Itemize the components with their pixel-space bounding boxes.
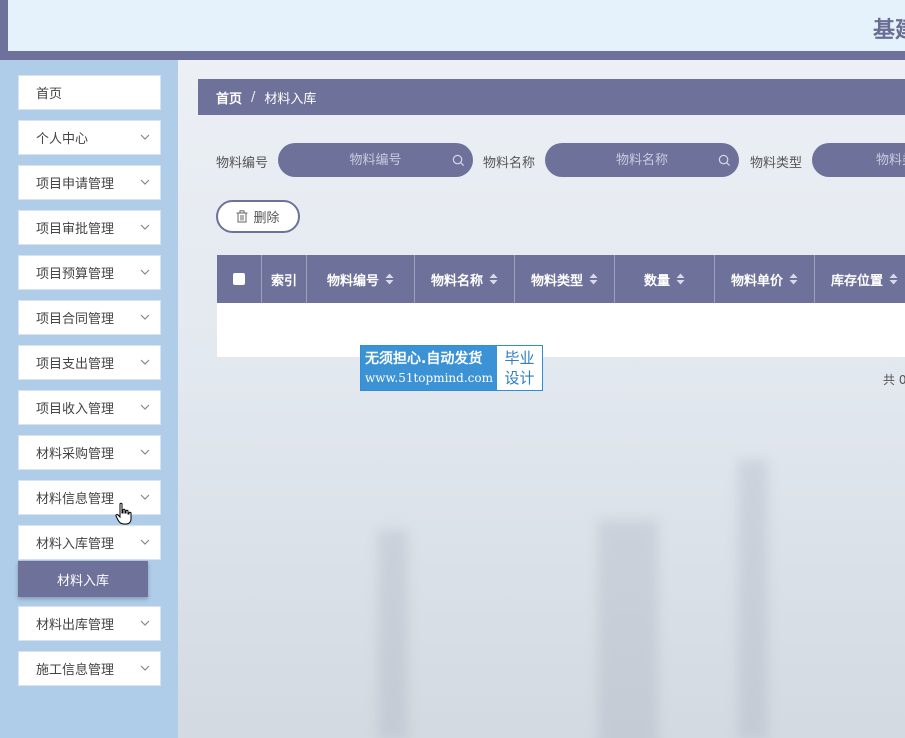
sidebar-item-project-application[interactable]: 项目申请管理 (18, 165, 161, 200)
breadcrumb-current: 材料入库 (264, 91, 317, 107)
sidebar-item-material-outbound[interactable]: 材料出库管理 (18, 606, 161, 641)
sidebar-item-label: 项目申请管理 (36, 177, 115, 192)
sidebar-item-project-income[interactable]: 项目收入管理 (18, 390, 161, 425)
column-header-material-name[interactable]: 物料名称 (415, 255, 515, 303)
breadcrumb-separator: / (251, 89, 256, 105)
sort-icon[interactable] (889, 273, 898, 285)
sidebar-item-label: 项目收入管理 (36, 402, 115, 417)
chevron-down-icon (140, 179, 150, 185)
column-header-stock-location[interactable]: 库存位置 (815, 255, 905, 303)
table-header: 索引 物料编号 物料名称 物料类型 数量 物料单价 库存位置 (217, 255, 905, 303)
search-label-name: 物料名称 (483, 156, 536, 171)
sidebar-item-material-info[interactable]: 材料信息管理 (18, 480, 161, 515)
sort-icon[interactable] (489, 273, 498, 285)
sidebar-item-project-budget[interactable]: 项目预算管理 (18, 255, 161, 290)
pagination-total: 共 0 (883, 373, 905, 387)
search-icon[interactable] (718, 154, 731, 167)
chevron-down-icon (140, 665, 150, 671)
sidebar-item-material-inbound[interactable]: 材料入库管理 (18, 525, 161, 560)
sort-icon[interactable] (789, 273, 798, 285)
watermark-right1: 毕业 (504, 349, 535, 367)
column-header-unit-price[interactable]: 物料单价 (715, 255, 815, 303)
sort-icon[interactable] (676, 273, 685, 285)
sidebar-subitem-material-inbound[interactable]: 材料入库 (18, 561, 148, 597)
chevron-down-icon (140, 269, 150, 275)
sidebar-item-personal-center[interactable]: 个人中心 (18, 120, 161, 155)
column-header-label: 库存位置 (830, 273, 883, 289)
sidebar-item-construction-info[interactable]: 施工信息管理 (18, 651, 161, 686)
chevron-down-icon (140, 134, 150, 140)
sidebar-item-material-purchase[interactable]: 材料采购管理 (18, 435, 161, 470)
watermark-left: 无须担心.自动发货 www.51topmind.com (361, 346, 497, 390)
search-input-name[interactable] (545, 143, 739, 177)
column-header-index: 索引 (262, 255, 307, 303)
trash-icon (236, 210, 248, 223)
select-all-checkbox[interactable] (233, 273, 245, 285)
sidebar-item-label: 项目审批管理 (36, 222, 115, 237)
column-header-label: 索引 (270, 273, 297, 289)
sidebar-item-label: 材料信息管理 (36, 492, 115, 507)
header-panel (8, 0, 905, 51)
column-header-label: 物料编号 (326, 273, 379, 289)
chevron-down-icon (140, 224, 150, 230)
sidebar-item-project-contract[interactable]: 项目合同管理 (18, 300, 161, 335)
search-input-code[interactable] (278, 143, 473, 177)
chevron-down-icon (140, 620, 150, 626)
table-body (217, 303, 905, 357)
sidebar-item-project-approval[interactable]: 项目审批管理 (18, 210, 161, 245)
chevron-down-icon (140, 404, 150, 410)
data-table: 索引 物料编号 物料名称 物料类型 数量 物料单价 库存位置 (217, 255, 905, 357)
sidebar-item-home[interactable]: 首页 (18, 75, 161, 110)
search-input-type[interactable] (812, 143, 905, 177)
delete-button-label: 删除 (253, 211, 280, 226)
watermark-banner: 无须担心.自动发货 www.51topmind.com 毕业 设计 (360, 345, 543, 391)
chevron-down-icon (140, 449, 150, 455)
column-header-material-type[interactable]: 物料类型 (515, 255, 615, 303)
chevron-down-icon (140, 314, 150, 320)
sidebar-item-label: 施工信息管理 (36, 663, 115, 678)
search-icon[interactable] (452, 154, 465, 167)
hand-cursor-icon (115, 502, 132, 525)
top-header: 基建 (0, 0, 905, 60)
site-title: 基建 (873, 18, 905, 43)
sidebar-item-label: 材料采购管理 (36, 447, 115, 462)
select-all-cell (217, 255, 262, 303)
column-header-material-code[interactable]: 物料编号 (307, 255, 415, 303)
sidebar-item-label: 材料出库管理 (36, 618, 115, 633)
watermark-right2: 设计 (504, 369, 535, 387)
column-header-label: 物料名称 (430, 273, 483, 289)
sidebar-item-label: 首页 (36, 87, 63, 102)
sidebar-item-label: 材料入库管理 (36, 537, 115, 552)
sidebar-item-label: 个人中心 (36, 132, 89, 147)
chevron-down-icon (140, 539, 150, 545)
watermark-line2: www.51topmind.com (365, 371, 493, 385)
sort-icon[interactable] (589, 273, 598, 285)
watermark-line1: 无须担心.自动发货 (365, 351, 483, 367)
search-label-code: 物料编号 (216, 156, 269, 171)
chevron-down-icon (140, 494, 150, 500)
sidebar-item-label: 项目合同管理 (36, 312, 115, 327)
column-header-label: 数量 (643, 273, 670, 289)
sidebar-item-label: 项目支出管理 (36, 357, 115, 372)
column-header-quantity[interactable]: 数量 (615, 255, 715, 303)
column-header-label: 物料单价 (730, 273, 783, 289)
sort-icon[interactable] (385, 273, 394, 285)
search-label-type: 物料类型 (750, 156, 803, 171)
chevron-down-icon (140, 359, 150, 365)
watermark-right: 毕业 设计 (497, 346, 542, 390)
delete-button[interactable]: 删除 (216, 200, 300, 233)
breadcrumb: 首页 / 材料入库 (198, 79, 905, 115)
sidebar-item-label: 项目预算管理 (36, 267, 115, 282)
column-header-label: 物料类型 (530, 273, 583, 289)
main-content: 首页 / 材料入库 物料编号 物料名称 物料类型 删除 索引物料编号物料名称物料… (178, 60, 905, 738)
sidebar-item-project-expense[interactable]: 项目支出管理 (18, 345, 161, 380)
breadcrumb-home[interactable]: 首页 (216, 88, 242, 107)
